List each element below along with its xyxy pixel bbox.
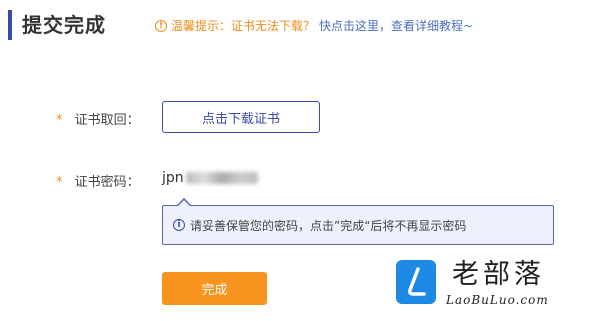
watermark-name: 老部落 bbox=[452, 259, 545, 290]
cert-download-label: * 证书取回： bbox=[56, 109, 140, 128]
cert-download-label-text: 证书取回： bbox=[74, 113, 140, 128]
cert-password-label-text: 证书密码： bbox=[74, 175, 140, 190]
info-icon: i bbox=[173, 219, 185, 231]
title-accent-bar bbox=[8, 10, 12, 40]
required-mark: * bbox=[56, 175, 63, 190]
tutorial-link[interactable]: 快点击这里，查看详细教程~ bbox=[319, 18, 473, 34]
password-blurred-part bbox=[185, 172, 258, 184]
watermark-logo-icon bbox=[396, 260, 436, 304]
password-visible-part: jpn bbox=[162, 170, 184, 186]
cert-password-value: jpn bbox=[162, 170, 258, 186]
notice-text: 请妥善保管您的密码，点击”完成“后将不再显示密码 bbox=[190, 218, 467, 233]
info-icon: ! bbox=[155, 20, 167, 32]
page-title: 提交完成 bbox=[22, 13, 106, 37]
cert-password-label: * 证书密码： bbox=[56, 171, 140, 190]
required-mark: * bbox=[56, 113, 63, 128]
tip-text: 温馨提示：证书无法下载？ bbox=[171, 19, 316, 33]
password-notice: i 请妥善保管您的密码，点击”完成“后将不再显示密码 bbox=[162, 198, 554, 245]
watermark-url: LaoBuLuo.com bbox=[446, 293, 549, 307]
download-certificate-button[interactable]: 点击下载证书 bbox=[162, 101, 320, 133]
done-button[interactable]: 完成 bbox=[162, 272, 267, 305]
download-tip: ! 温馨提示：证书无法下载？ 快点击这里，查看详细教程~ bbox=[155, 18, 473, 34]
